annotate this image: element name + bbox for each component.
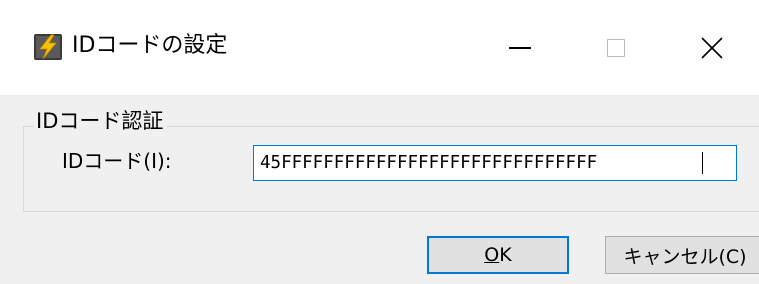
id-code-input[interactable]	[253, 145, 737, 181]
close-icon	[701, 36, 723, 59]
cancel-button[interactable]: キャンセル(C)	[605, 236, 759, 274]
lightning-app-icon	[34, 34, 62, 60]
id-code-label: IDコード(I):	[62, 149, 172, 173]
ok-label-rest: K	[499, 244, 512, 266]
group-legend: IDコード認証	[34, 107, 168, 135]
text-caret	[702, 152, 703, 174]
close-button[interactable]	[664, 0, 759, 95]
maximize-icon	[607, 38, 625, 57]
minimize-icon	[509, 46, 531, 49]
title-bar[interactable]: IDコードの設定	[0, 0, 759, 95]
ok-button[interactable]: OK	[427, 236, 569, 274]
maximize-button[interactable]	[568, 0, 664, 95]
window-title: IDコードの設定	[72, 33, 228, 58]
ok-accel-letter: O	[484, 244, 500, 266]
minimize-button[interactable]	[472, 0, 568, 95]
